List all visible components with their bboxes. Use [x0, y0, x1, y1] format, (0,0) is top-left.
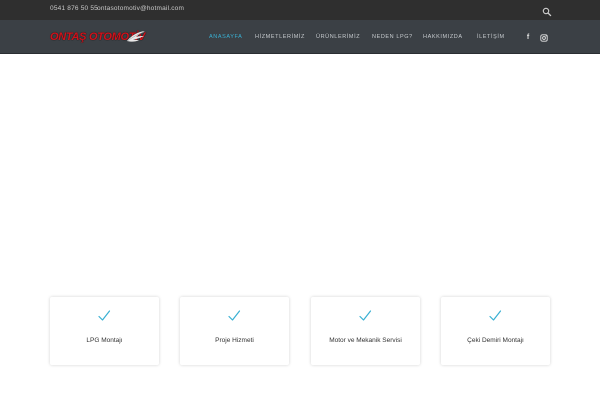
- service-title: Proje Hizmeti: [215, 337, 254, 344]
- phone-number[interactable]: 0541 876 50 55: [50, 5, 98, 12]
- facebook-icon[interactable]: f: [524, 34, 532, 42]
- service-card[interactable]: Motor ve Mekanik Servisi: [311, 297, 420, 365]
- nav-item-iletisim[interactable]: İLETİŞİM: [477, 34, 505, 40]
- brand-logo[interactable]: ONTAŞ OTOMOTİV: [50, 30, 146, 46]
- service-card[interactable]: Proje Hizmeti: [180, 297, 289, 365]
- service-card[interactable]: Çeki Demiri Montajı: [441, 297, 550, 365]
- nav-item-neden-lpg[interactable]: NEDEN LPG?: [372, 34, 413, 40]
- service-title: Çeki Demiri Montajı: [467, 337, 524, 344]
- nav-item-hakkimizda[interactable]: HAKKIMIZDA: [423, 34, 463, 40]
- email-address[interactable]: ontasotomotiv@hotmail.com: [97, 5, 184, 12]
- check-icon: [358, 309, 372, 323]
- top-bar: 0541 876 50 55 ontasotomotiv@hotmail.com: [0, 0, 600, 20]
- service-title: Motor ve Mekanik Servisi: [329, 337, 402, 344]
- instagram-icon[interactable]: [540, 34, 548, 42]
- wing-icon: [127, 31, 145, 42]
- service-card[interactable]: LPG Montajı: [50, 297, 159, 365]
- search-icon[interactable]: [542, 4, 552, 17]
- service-title: LPG Montajı: [86, 337, 123, 344]
- check-icon: [227, 309, 241, 323]
- check-icon: [488, 309, 502, 323]
- nav-item-urunlerimiz[interactable]: ÜRÜNLERİMİZ: [316, 34, 360, 40]
- nav-item-hizmetlerimiz[interactable]: HİZMETLERİMİZ: [255, 34, 305, 40]
- check-icon: [97, 309, 111, 323]
- nav-item-anasayfa[interactable]: ANASAYFA: [209, 34, 242, 40]
